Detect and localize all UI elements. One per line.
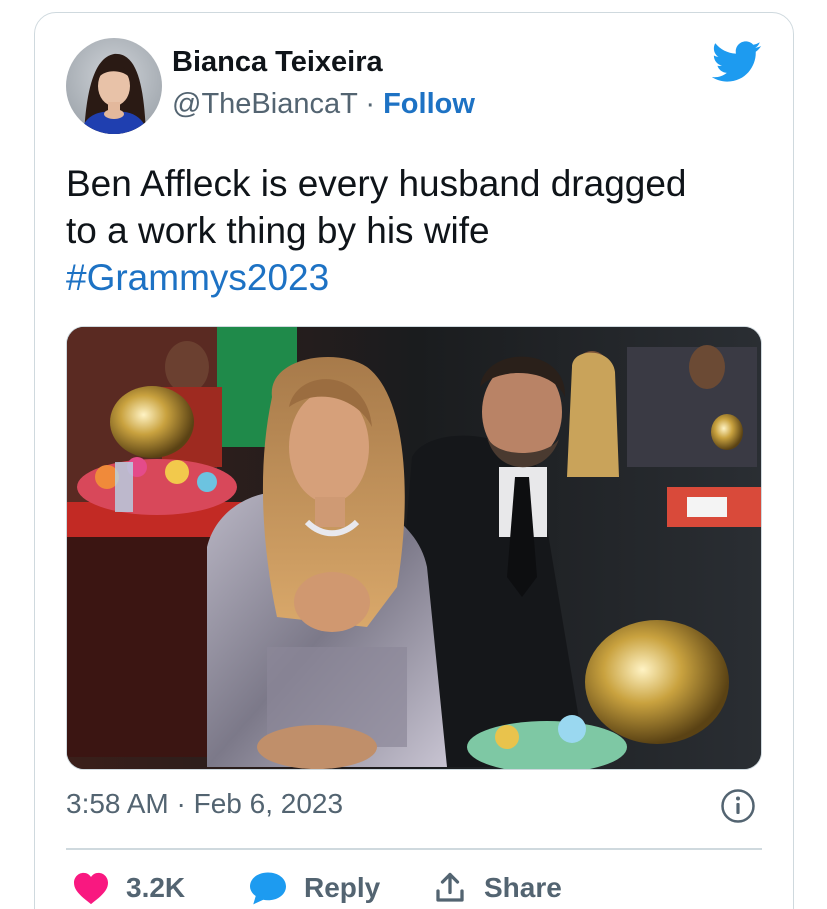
author-handle[interactable]: @TheBiancaT [172,88,357,120]
tweet-text-line-1: Ben Affleck is every husband dragged [66,163,687,204]
avatar[interactable] [66,38,162,134]
tweet-action-bar: 3.2K Reply Share [66,866,762,909]
share-label: Share [484,872,562,903]
timestamp-separator: · [176,788,186,819]
share-arrow-icon [436,872,464,902]
info-icon[interactable] [720,788,756,824]
handle-separator: · [365,88,376,120]
reply-label: Reply [304,872,381,903]
heart-icon [74,872,108,905]
twitter-bird-icon[interactable] [711,40,762,84]
like-button[interactable]: 3.2K [72,866,185,909]
tweet-media-photo[interactable] [66,326,762,770]
follow-button[interactable]: Follow [383,88,475,120]
tweet-date: Feb 6, 2023 [193,788,344,819]
tweet-timestamp[interactable]: 3:58 AM · Feb 6, 2023 [66,788,343,820]
author-name[interactable]: Bianca Teixeira [172,46,383,79]
tweet-text: Ben Affleck is every husband dragged to … [66,160,766,301]
event-photo [67,327,761,769]
tweet-time: 3:58 AM [66,788,169,819]
share-button[interactable]: Share [432,866,562,909]
hashtag-link[interactable]: #Grammys2023 [66,254,766,301]
reply-button[interactable]: Reply [248,866,380,909]
like-count: 3.2K [126,872,186,903]
avatar-photo [66,38,162,134]
actions-divider [66,848,762,850]
author-handle-row: @TheBiancaT · Follow [172,88,475,121]
speech-bubble-icon [250,872,286,905]
tweet-text-line-2: to a work thing by his wife [66,210,490,251]
